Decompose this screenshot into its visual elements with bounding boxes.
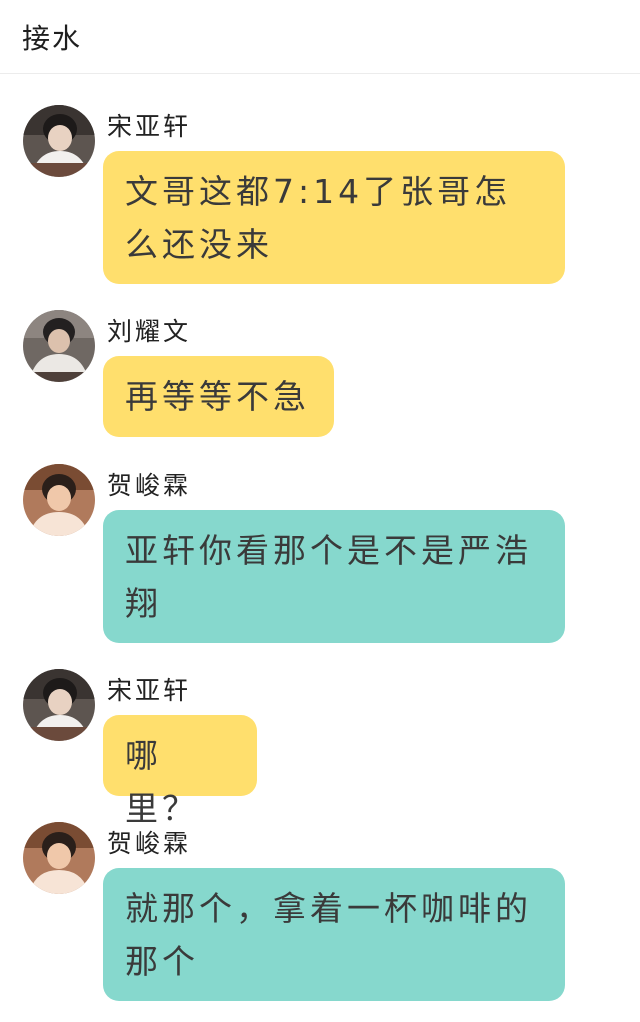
message-text: 哪里？: [125, 736, 199, 828]
avatar[interactable]: [23, 822, 95, 894]
message-item: 刘耀文 再等等不急: [0, 310, 640, 442]
sender-name: 宋亚轩: [107, 676, 192, 705]
message-text: 文哥这都7:14了张哥怎么还没来: [125, 172, 512, 264]
message-text: 亚轩你看那个是不是严浩翔: [125, 531, 532, 623]
message-bubble[interactable]: 再等等不急: [103, 356, 334, 437]
message-bubble[interactable]: 亚轩你看那个是不是严浩翔: [103, 510, 565, 643]
avatar[interactable]: [23, 105, 95, 177]
chat-title: 接水: [22, 21, 83, 55]
sender-name: 刘耀文: [107, 317, 192, 346]
avatar[interactable]: [23, 310, 95, 382]
sender-name: 贺峻霖: [107, 829, 192, 858]
sender-name: 宋亚轩: [107, 112, 192, 141]
message-bubble[interactable]: 就那个，拿着一杯咖啡的那个: [103, 868, 565, 1001]
message-list[interactable]: 宋亚轩 文哥这都7:14了张哥怎么还没来 刘耀文 再等等不急 贺峻霖 亚轩你看那…: [0, 74, 640, 1019]
message-bubble[interactable]: 哪里？: [103, 715, 257, 828]
avatar[interactable]: [23, 669, 95, 741]
message-item: 贺峻霖 就那个，拿着一杯咖啡的那个: [0, 822, 640, 1022]
message-text: 再等等不急: [125, 377, 310, 416]
sender-name: 贺峻霖: [107, 471, 192, 500]
message-item: 贺峻霖 亚轩你看那个是不是严浩翔: [0, 464, 640, 679]
message-item: 宋亚轩 哪里？: [0, 669, 640, 828]
message-bubble[interactable]: 文哥这都7:14了张哥怎么还没来: [103, 151, 565, 284]
chat-header: 接水: [0, 0, 640, 74]
message-item: 宋亚轩 文哥这都7:14了张哥怎么还没来: [0, 105, 640, 320]
avatar[interactable]: [23, 464, 95, 536]
message-text: 就那个，拿着一杯咖啡的那个: [125, 889, 532, 981]
